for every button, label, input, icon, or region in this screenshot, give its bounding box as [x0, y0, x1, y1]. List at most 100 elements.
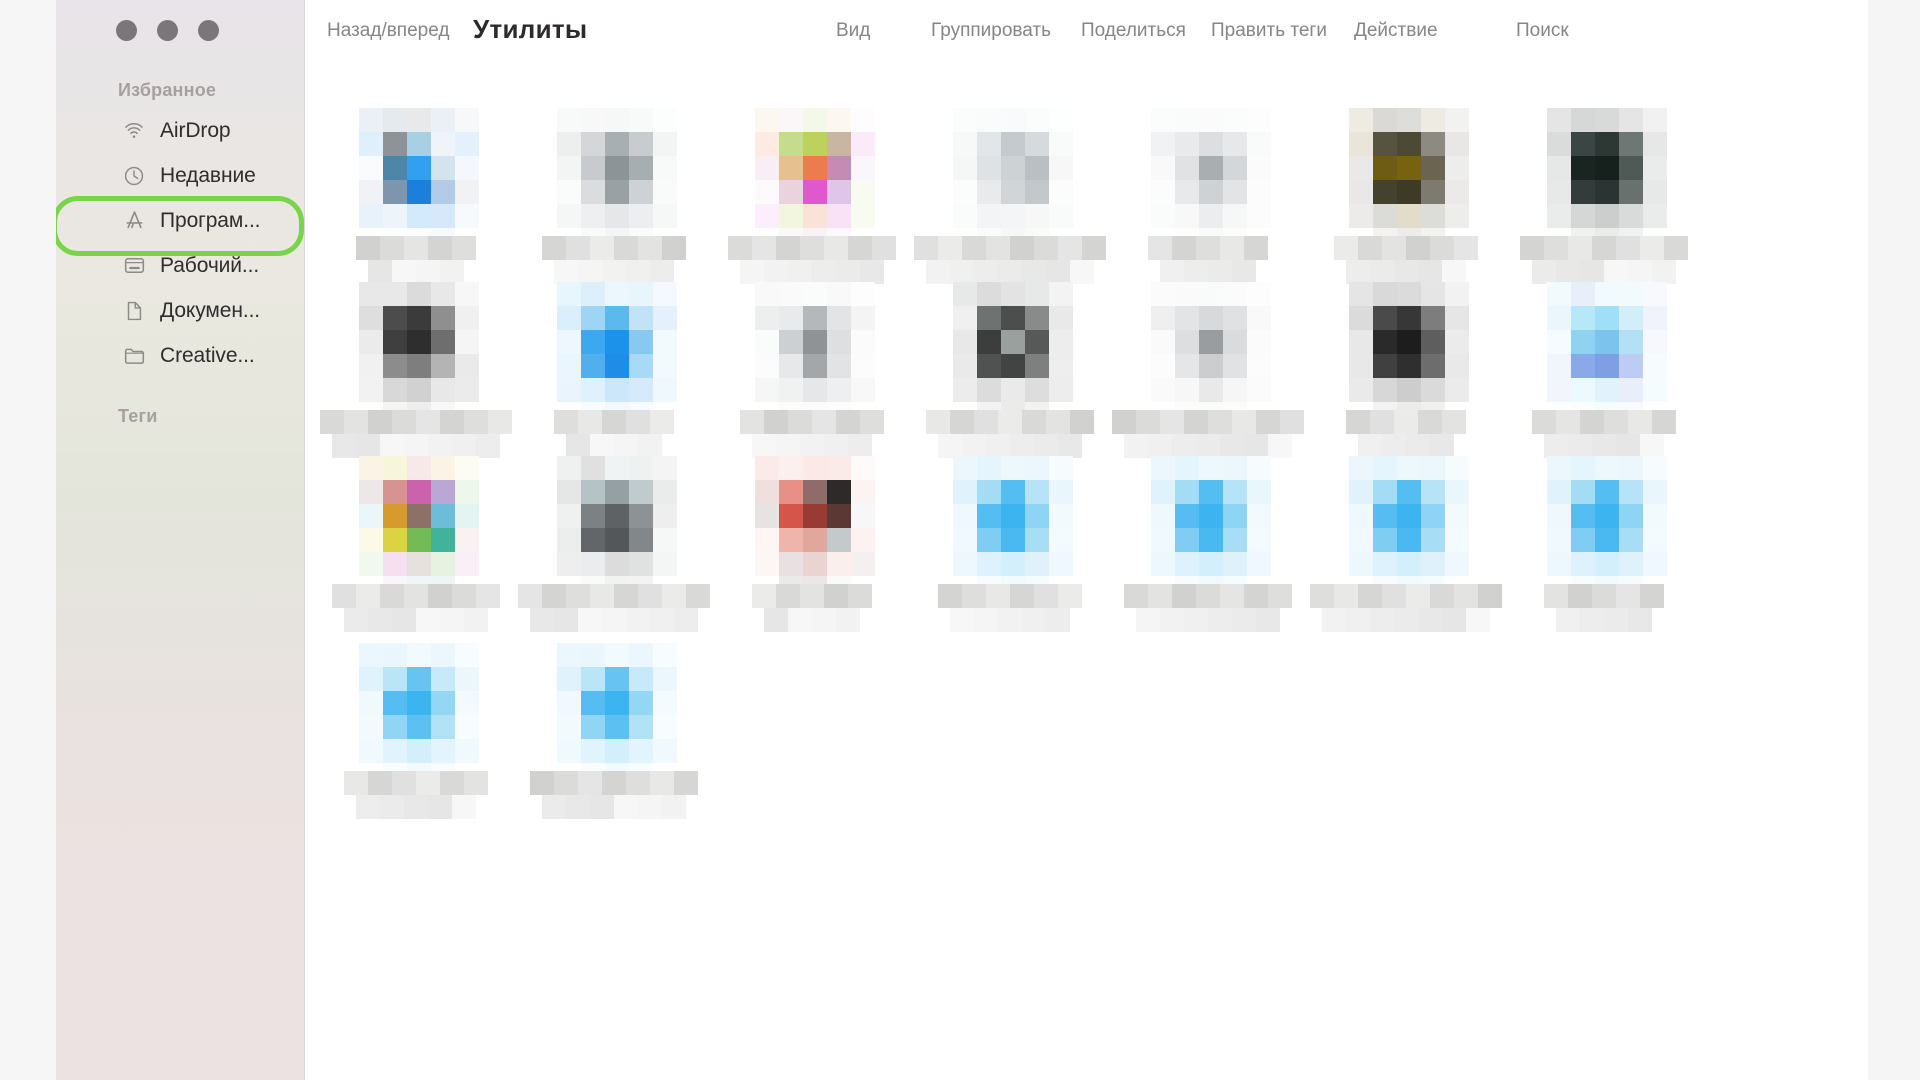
file-label-redacted: [1511, 408, 1697, 458]
file-label-redacted: [323, 234, 509, 284]
file-item[interactable]: [323, 102, 509, 284]
file-item[interactable]: [1313, 102, 1499, 284]
minimize-button[interactable]: [157, 20, 178, 41]
sidebar-group-favorites-label: Избранное: [118, 80, 217, 100]
file-label-redacted: [1313, 234, 1499, 284]
file-label-redacted: [1313, 408, 1499, 458]
file-label-redacted: [1511, 582, 1697, 632]
nav-back-forward-button[interactable]: Назад/вперед: [327, 20, 449, 42]
file-item[interactable]: [1511, 276, 1697, 458]
file-icon-redacted: [719, 102, 905, 252]
desktop-backdrop-left: [0, 0, 56, 1080]
file-item[interactable]: [518, 450, 710, 632]
file-item[interactable]: [1511, 450, 1697, 632]
sidebar-item-creative[interactable]: Creative...: [56, 333, 305, 378]
document-icon: [122, 299, 146, 323]
file-icon-redacted: [1313, 276, 1499, 426]
sidebar-item-desktop[interactable]: Рабочий...: [56, 243, 305, 288]
sidebar-item-recents[interactable]: Недавние: [56, 153, 305, 198]
file-item[interactable]: [719, 276, 905, 458]
file-label-redacted: [521, 234, 707, 284]
clock-icon: [122, 164, 146, 188]
file-item[interactable]: [914, 102, 1106, 284]
sidebar-item-label: Докумен...: [160, 298, 261, 322]
sidebar-item-label: Недавние: [160, 163, 256, 187]
toolbar-group-button[interactable]: Группировать: [931, 20, 1051, 42]
toolbar-view-button[interactable]: Вид: [836, 20, 870, 42]
sidebar-group-tags-label: Теги: [118, 406, 158, 426]
file-item[interactable]: [320, 276, 512, 458]
file-icon-grid[interactable]: [305, 72, 1868, 1080]
file-label-redacted: [1115, 582, 1301, 632]
file-item[interactable]: [1511, 102, 1697, 284]
toolbar-edit-tags-button[interactable]: Править теги: [1211, 20, 1327, 42]
app-store-icon: [122, 209, 146, 233]
file-icon-redacted: [917, 450, 1103, 600]
file-item[interactable]: [1112, 276, 1304, 458]
file-label-redacted: [323, 769, 509, 819]
file-icon-redacted: [1313, 102, 1499, 252]
file-icon-redacted: [1511, 102, 1697, 252]
file-label-redacted: [917, 408, 1103, 458]
airdrop-icon: [122, 119, 146, 143]
close-button[interactable]: [116, 20, 137, 41]
file-item[interactable]: [521, 276, 707, 458]
file-label-redacted: [1310, 582, 1502, 632]
sidebar-item-applications[interactable]: Програм...: [56, 196, 305, 256]
file-item[interactable]: [917, 450, 1103, 632]
sidebar-item-list: AirDrop Недавние Програм... Рабочий... Д…: [56, 108, 305, 378]
toolbar-action-button[interactable]: Действие: [1354, 20, 1438, 42]
file-label-redacted: [1112, 408, 1304, 458]
file-icon-redacted: [521, 450, 707, 600]
file-icon-redacted: [1511, 450, 1697, 600]
file-item[interactable]: [323, 450, 509, 632]
file-item[interactable]: [1115, 450, 1301, 632]
zoom-button[interactable]: [198, 20, 219, 41]
file-label-redacted: [320, 408, 512, 458]
file-icon-redacted: [521, 102, 707, 252]
file-icon-redacted: [323, 102, 509, 252]
file-icon-redacted: [521, 276, 707, 426]
file-icon-redacted: [719, 450, 905, 600]
file-item[interactable]: [521, 102, 707, 284]
file-icon-redacted: [1511, 276, 1697, 426]
file-icon-redacted: [323, 450, 509, 600]
file-item[interactable]: [521, 637, 707, 819]
file-label-redacted: [323, 582, 509, 632]
file-label-redacted: [917, 582, 1103, 632]
file-icon-redacted: [719, 276, 905, 426]
screen: Избранное AirDrop Недавние Програм... Ра…: [0, 0, 1920, 1080]
file-label-redacted: [719, 234, 905, 284]
window-controls: [116, 20, 219, 41]
file-label-redacted: [521, 769, 707, 819]
file-label-redacted: [1511, 234, 1697, 284]
file-item[interactable]: [917, 276, 1103, 458]
sidebar: Избранное AirDrop Недавние Програм... Ра…: [56, 0, 305, 1080]
desktop-icon: [122, 254, 146, 278]
file-item[interactable]: [1115, 102, 1301, 284]
file-icon-redacted: [1313, 450, 1499, 600]
toolbar-search-button[interactable]: Поиск: [1516, 20, 1569, 42]
file-item[interactable]: [1310, 450, 1502, 632]
file-icon-redacted: [917, 276, 1103, 426]
file-item[interactable]: [719, 102, 905, 284]
file-label-redacted: [914, 234, 1106, 284]
sidebar-item-label: AirDrop: [160, 118, 231, 142]
file-icon-redacted: [917, 102, 1103, 252]
file-icon-redacted: [1115, 276, 1301, 426]
toolbar-share-button[interactable]: Поделиться: [1081, 20, 1186, 42]
file-icon-redacted: [323, 276, 509, 426]
file-item[interactable]: [1313, 276, 1499, 458]
file-item[interactable]: [323, 637, 509, 819]
file-label-redacted: [719, 408, 905, 458]
sidebar-item-label: Рабочий...: [160, 253, 260, 277]
sidebar-item-documents[interactable]: Докумен...: [56, 288, 305, 333]
toolbar: Назад/вперед Утилиты Вид Группировать По…: [305, 0, 1868, 72]
file-item[interactable]: [719, 450, 905, 632]
file-label-redacted: [518, 582, 710, 632]
file-icon-redacted: [521, 637, 707, 787]
file-icon-redacted: [323, 637, 509, 787]
sidebar-item-label: Програм...: [160, 208, 261, 232]
folder-title: Утилиты: [473, 14, 588, 44]
sidebar-item-airdrop[interactable]: AirDrop: [56, 108, 305, 153]
